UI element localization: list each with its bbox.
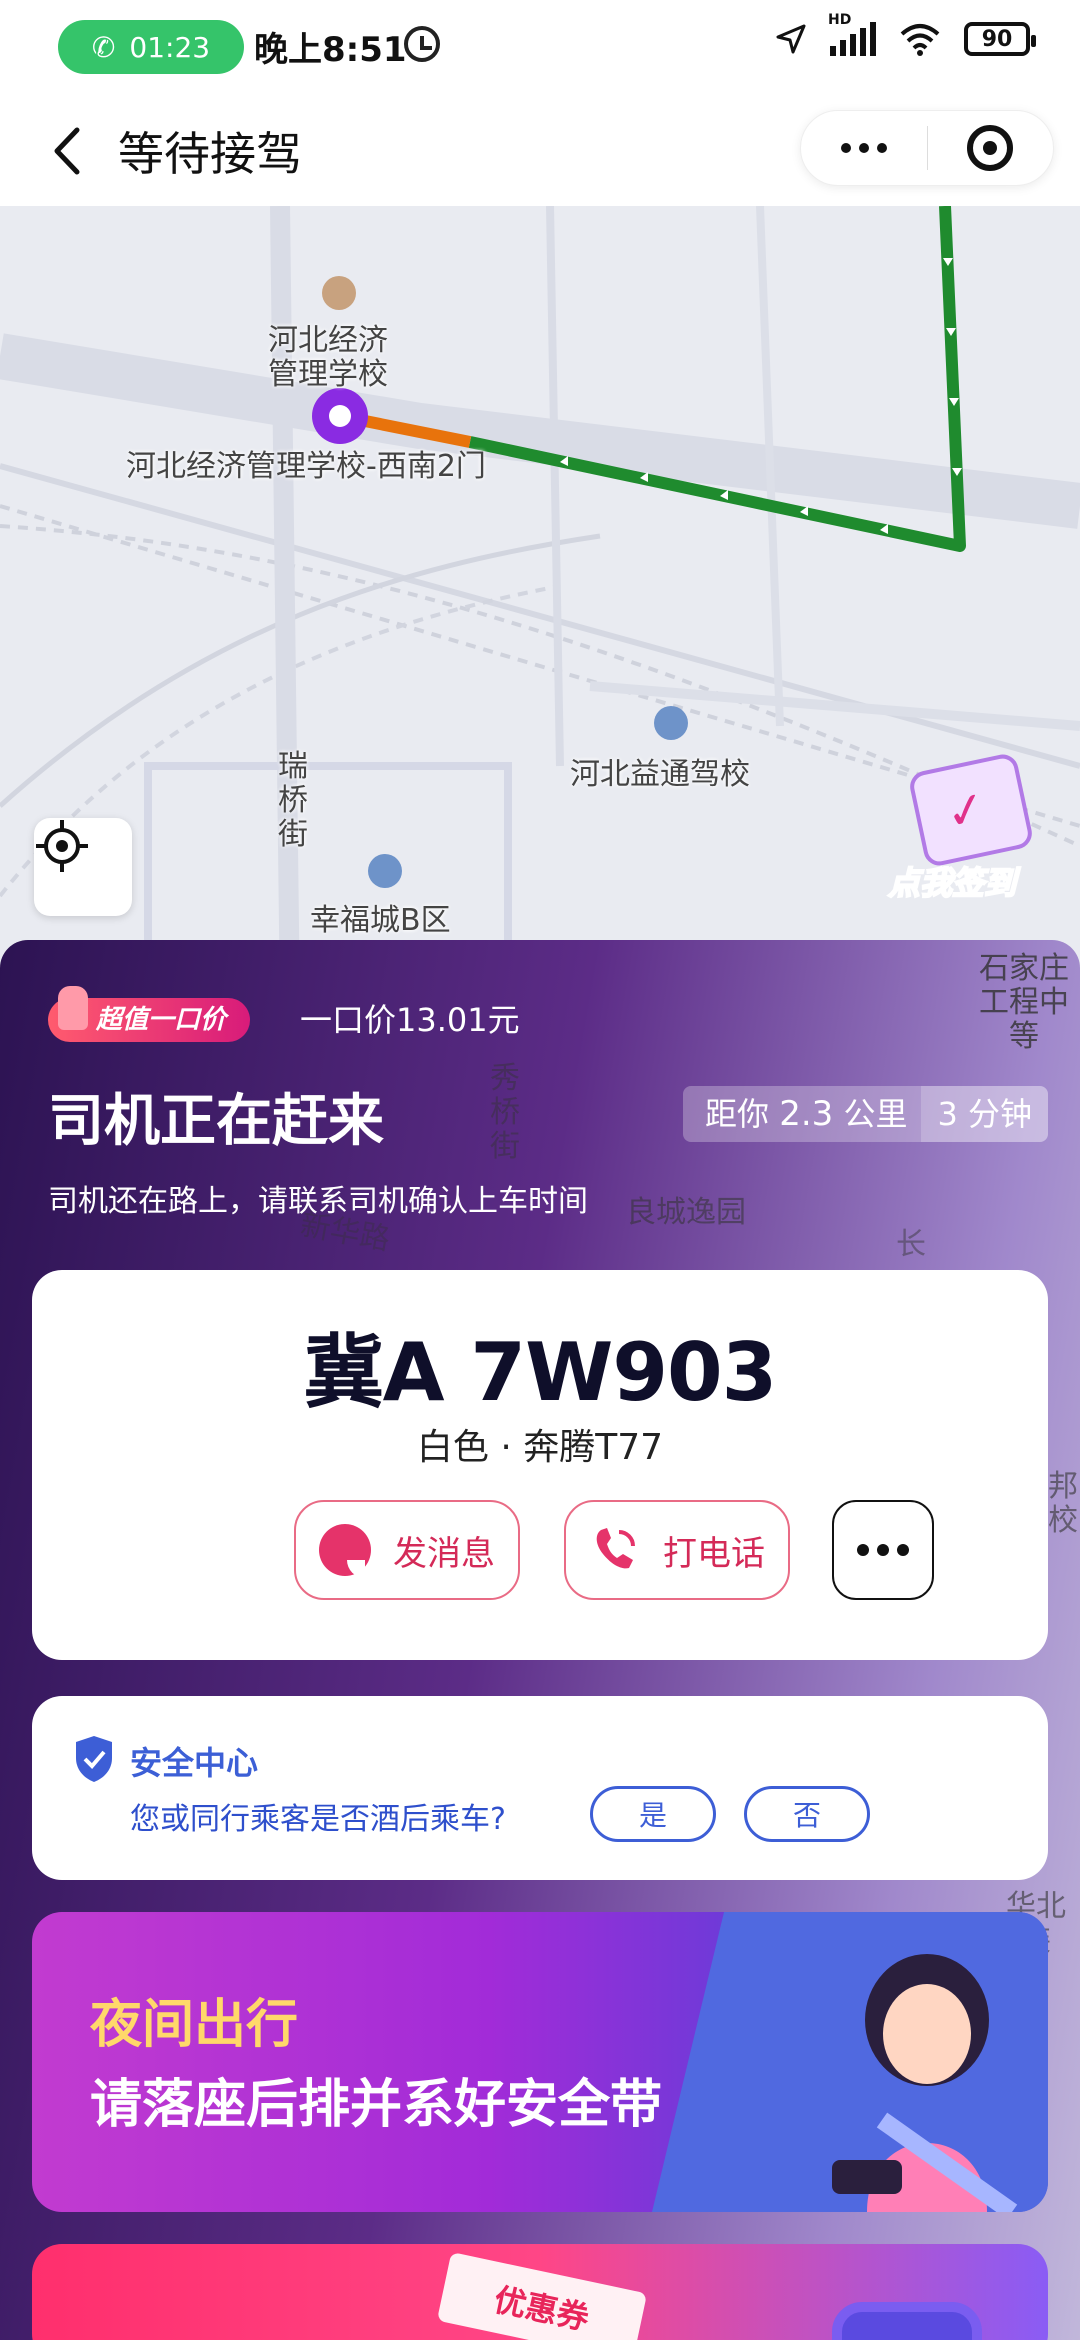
more-options-button[interactable] <box>832 1500 934 1600</box>
map-label-xiuqiao: 秀桥街 <box>490 1061 520 1164</box>
map-label-driving-school: 河北益通驾校 <box>570 757 750 792</box>
safety-center-card: 安全中心 您或同行乘客是否酒后乘车? 是 否 <box>32 1696 1048 1880</box>
map-label-street-ruiqiao: 瑞桥街 <box>278 749 308 852</box>
sign-in-label: 点我签到 <box>887 863 1017 903</box>
banner-message: 请落座后排并系好安全带 <box>90 2075 663 2135</box>
status-icons: HD 90 <box>774 12 1036 56</box>
status-bar: ✆ 01:23 晚上8:51 HD 90 <box>0 0 1080 96</box>
school-poi-icon <box>322 276 356 310</box>
phone-illustration <box>832 2302 982 2340</box>
ongoing-call-pill[interactable]: ✆ 01:23 <box>58 20 244 74</box>
app-screen: ✆ 01:23 晚上8:51 HD 90 等待接驾 河北经济 管理学校 河北经济… <box>0 0 1080 2340</box>
calendar-check-icon <box>907 751 1035 869</box>
map-label-shijiazhuang: 石家庄 工程中等 <box>979 951 1069 1054</box>
send-message-label: 发消息 <box>393 1533 495 1574</box>
send-message-button[interactable]: 发消息 <box>294 1500 520 1600</box>
map-label-liangcheng: 良城逸园 <box>626 1195 746 1230</box>
phone-icon <box>596 1528 635 1569</box>
call-timer: 01:23 <box>129 30 211 64</box>
miniapp-capsule <box>800 110 1054 186</box>
more-button[interactable] <box>801 143 927 153</box>
network-type: HD <box>828 12 852 28</box>
back-chevron-icon <box>54 127 80 175</box>
clock-time: 晚上8:51 <box>254 30 407 70</box>
title-bar: 等待接驾 <box>0 96 1080 206</box>
safety-center-title: 安全中心 <box>130 1744 259 1782</box>
close-target-icon <box>967 125 1014 171</box>
vehicle-card: 冀A 7W903 白色 · 奔腾T77 发消息 打电话 <box>32 1270 1048 1660</box>
vehicle-description: 白色 · 奔腾T77 <box>416 1427 664 1468</box>
price-text: 一口价13.01元 <box>300 1001 520 1039</box>
distance-prefix: 距你 <box>705 1095 770 1133</box>
trip-status-title: 司机正在赶来 <box>48 1089 384 1154</box>
shield-check-icon <box>76 1736 112 1782</box>
banner-heading: 夜间出行 <box>90 1995 299 2055</box>
call-driver-button[interactable]: 打电话 <box>564 1500 790 1600</box>
more-dots-icon <box>840 143 851 153</box>
trip-status-subtitle: 司机还在路上，请联系司机确认上车时间 <box>48 1184 588 1219</box>
alarm-icon <box>404 26 440 62</box>
fixed-price-badge: 超值一口价 <box>48 986 251 1042</box>
sign-in-widget[interactable]: 点我签到 <box>880 751 1060 912</box>
map-label-xingfucheng: 幸福城B区 <box>310 903 451 938</box>
close-miniapp-button[interactable] <box>928 125 1054 171</box>
more-dots-icon <box>857 1544 869 1556</box>
answer-yes-button[interactable]: 是 <box>590 1786 716 1842</box>
distance-eta-box: 距你 2.3 公里 3 分钟 <box>683 1086 1048 1142</box>
wifi-icon <box>900 24 940 56</box>
safety-question: 您或同行乘客是否酒后乘车? <box>130 1802 506 1837</box>
signal-icon: HD <box>828 12 876 56</box>
passenger-illustration <box>832 1954 1018 2212</box>
coupon-ticket: 优惠券 <box>436 2251 648 2340</box>
locate-crosshair-icon <box>36 820 88 872</box>
map-label-pickup: 河北经济管理学校-西南2门 <box>126 449 486 484</box>
license-plate: 冀A 7W903 <box>303 1326 778 1419</box>
distance-value: 2.3 <box>779 1094 834 1134</box>
back-button[interactable] <box>36 116 96 186</box>
night-travel-banner[interactable]: 夜间出行 请落座后排并系好安全带 <box>32 1912 1048 2212</box>
phone-icon: ✆ <box>91 30 116 64</box>
driving-school-poi-icon <box>654 706 688 740</box>
map-label-bang: 邦校 <box>1048 1469 1078 1538</box>
distance-unit: 公里 <box>843 1095 908 1133</box>
message-bubble-icon <box>319 1524 371 1578</box>
distance-display: 距你 2.3 公里 <box>683 1086 922 1142</box>
location-arrow-icon <box>776 24 806 54</box>
residence-poi-icon <box>368 854 402 888</box>
eta-display: 3 分钟 <box>921 1086 1048 1142</box>
map-label-school: 河北经济 管理学校 <box>268 323 388 392</box>
locate-button[interactable] <box>34 818 132 916</box>
map-label-chang: 长 <box>896 1227 926 1262</box>
battery-indicator: 90 <box>964 22 1036 56</box>
answer-no-button[interactable]: 否 <box>744 1786 870 1842</box>
trip-panel: 石家庄工程中等 秀桥街 良城逸园 新华路 长 邦校 华北装 超值一口价 一口价1… <box>0 940 1080 2340</box>
call-driver-label: 打电话 <box>663 1533 765 1574</box>
page-title: 等待接驾 <box>118 127 302 181</box>
coupon-banner[interactable]: 优惠券 <box>32 2244 1048 2340</box>
